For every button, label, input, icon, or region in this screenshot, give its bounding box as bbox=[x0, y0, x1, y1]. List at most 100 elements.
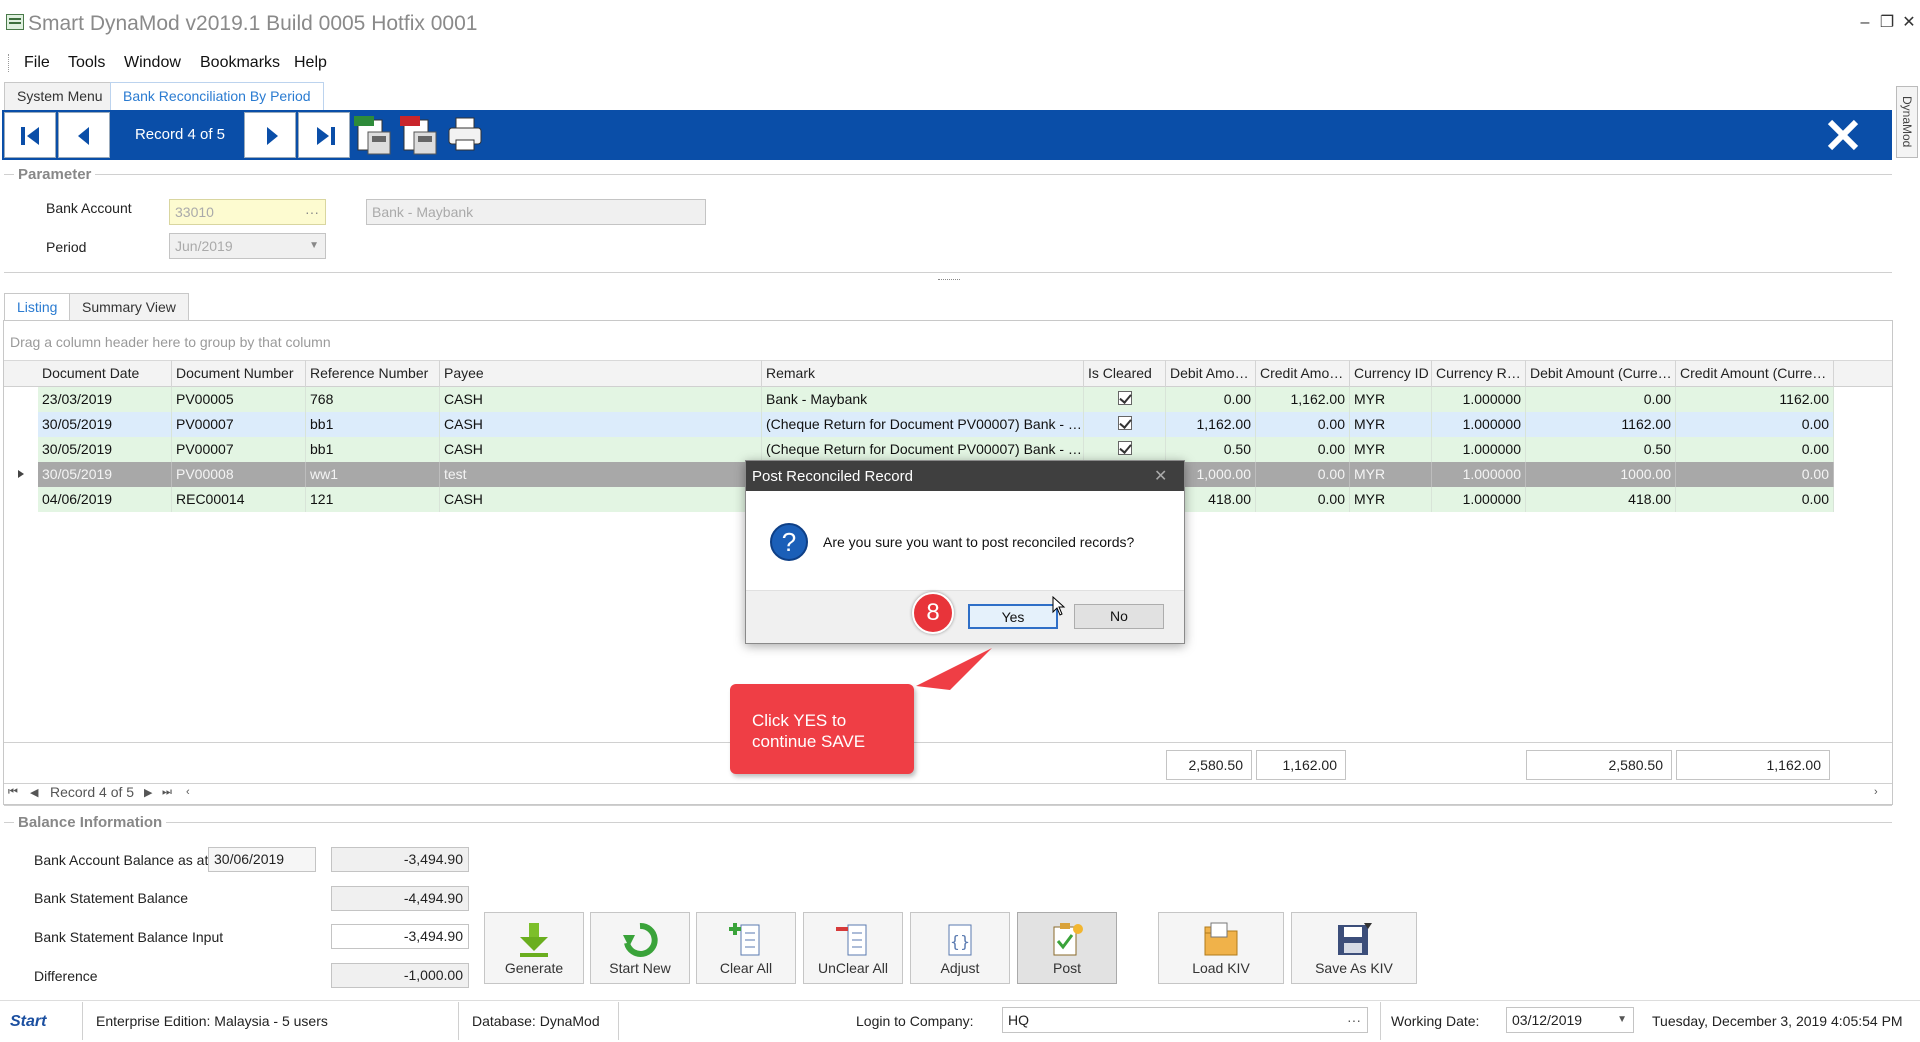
next-record-button[interactable] bbox=[244, 112, 296, 158]
pager-prev-icon[interactable]: ◀ bbox=[30, 786, 38, 799]
chevron-down-icon[interactable]: ▼ bbox=[309, 234, 319, 258]
scroll-left-icon[interactable]: ‹ bbox=[186, 786, 190, 798]
tab-summary-view[interactable]: Summary View bbox=[69, 293, 189, 321]
column-header-credit-amount[interactable]: Credit Amo… bbox=[1256, 360, 1350, 387]
menu-file[interactable]: File bbox=[24, 54, 50, 72]
close-form-icon[interactable] bbox=[1822, 114, 1864, 156]
column-header-credit-amount-currency[interactable]: Credit Amount (Curre… bbox=[1676, 360, 1834, 387]
callout-text: Click YES to continue SAVE bbox=[752, 711, 866, 751]
group-by-hint: Drag a column header here to group by th… bbox=[10, 334, 331, 350]
load-kiv-button[interactable]: Load KIV bbox=[1158, 912, 1284, 984]
record-position-label: Record 4 of 5 bbox=[134, 126, 226, 143]
last-record-button[interactable] bbox=[298, 112, 350, 158]
ellipsis-icon[interactable]: ··· bbox=[305, 200, 319, 224]
grid-footer-line bbox=[4, 742, 1892, 743]
statement-balance-value: -4,494.90 bbox=[331, 886, 469, 911]
clear-all-label: Clear All bbox=[719, 960, 773, 976]
pager-next-icon[interactable]: ▶ bbox=[144, 786, 152, 799]
cell-reference-number: ww1 bbox=[306, 462, 440, 487]
svg-text:{}: {} bbox=[950, 932, 970, 951]
export-pdf-icon[interactable] bbox=[400, 114, 440, 156]
account-balance-value: -3,494.90 bbox=[331, 847, 469, 872]
start-logo[interactable]: Start bbox=[10, 1013, 46, 1031]
column-header-is-cleared[interactable]: Is Cleared bbox=[1084, 360, 1166, 387]
checkbox-checked-icon[interactable] bbox=[1117, 391, 1132, 405]
cell-currency-rate: 1.000000 bbox=[1432, 387, 1526, 412]
close-window-icon[interactable]: ✕ bbox=[1898, 12, 1920, 34]
menu-bookmarks[interactable]: Bookmarks bbox=[200, 54, 280, 72]
ellipsis-icon[interactable]: ··· bbox=[1347, 1008, 1361, 1032]
tab-system-menu[interactable]: System Menu bbox=[4, 82, 116, 110]
clear-all-button[interactable]: Clear All bbox=[696, 912, 796, 984]
no-button[interactable]: No bbox=[1074, 604, 1164, 629]
side-tab-dynamod[interactable]: DynaMod bbox=[1896, 86, 1918, 158]
pager-line bbox=[4, 783, 1892, 784]
column-header-reference-number[interactable]: Reference Number bbox=[306, 360, 440, 387]
dialog-close-icon[interactable]: ✕ bbox=[1154, 466, 1167, 486]
bank-account-field[interactable]: 33010 ··· bbox=[169, 199, 326, 225]
cell-reference-number: bb1 bbox=[306, 437, 440, 462]
company-field[interactable]: HQ ··· bbox=[1002, 1007, 1368, 1033]
dialog-title: Post Reconciled Record bbox=[752, 468, 913, 485]
account-balance-date: 30/06/2019 bbox=[208, 847, 316, 872]
save-disk-icon bbox=[1338, 923, 1372, 955]
column-header-debit-amount-currency[interactable]: Debit Amount (Curre… bbox=[1526, 360, 1676, 387]
tab-bank-reconciliation[interactable]: Bank Reconciliation By Period bbox=[110, 82, 324, 111]
save-as-kiv-button[interactable]: Save As KIV bbox=[1291, 912, 1417, 984]
column-header-debit-amount[interactable]: Debit Amo… bbox=[1166, 360, 1256, 387]
column-header-document-date[interactable]: Document Date bbox=[38, 360, 172, 387]
table-row[interactable]: 30/05/2019 PV00007 bb1 CASH (Cheque Return f… bbox=[38, 437, 1834, 462]
table-row[interactable]: 30/05/2019 PV00007 bb1 CASH (Cheque Return f… bbox=[38, 412, 1834, 437]
cell-reference-number: bb1 bbox=[306, 412, 440, 437]
generate-button[interactable]: Generate bbox=[484, 912, 584, 984]
menu-window[interactable]: Window bbox=[124, 54, 181, 72]
print-icon[interactable] bbox=[446, 114, 486, 156]
pager-last-icon[interactable]: ⏭ bbox=[162, 786, 172, 799]
first-record-button[interactable] bbox=[4, 112, 56, 158]
table-row[interactable]: 23/03/2019 PV00005 768 CASH Bank - Maybank 0.… bbox=[38, 387, 1834, 412]
restore-icon[interactable]: ❐ bbox=[1876, 12, 1898, 34]
minimize-icon[interactable]: – bbox=[1854, 12, 1876, 34]
cell-is-cleared[interactable] bbox=[1084, 387, 1166, 412]
start-new-button[interactable]: Start New bbox=[590, 912, 690, 984]
column-header-document-number[interactable]: Document Number bbox=[172, 360, 306, 387]
cell-currency-id: MYR bbox=[1350, 462, 1432, 487]
adjust-button[interactable]: {} Adjust bbox=[910, 912, 1010, 984]
cell-payee: CASH bbox=[440, 387, 762, 412]
splitter-grip[interactable] bbox=[938, 279, 960, 280]
cell-debit-amount: 0.00 bbox=[1166, 387, 1256, 412]
column-header-currency-id[interactable]: Currency ID bbox=[1350, 360, 1432, 387]
statement-input-field[interactable]: -3,494.90 bbox=[331, 924, 469, 949]
yes-button[interactable]: Yes bbox=[968, 604, 1058, 629]
cell-credit-amount: 0.00 bbox=[1256, 487, 1350, 512]
menu-tools[interactable]: Tools bbox=[68, 54, 105, 72]
menu-help[interactable]: Help bbox=[294, 54, 327, 72]
column-header-currency-rate[interactable]: Currency R… bbox=[1432, 360, 1526, 387]
checkbox-checked-icon[interactable] bbox=[1117, 441, 1132, 455]
working-date-field[interactable]: 03/12/2019 ▼ bbox=[1506, 1007, 1634, 1033]
cell-document-number: PV00007 bbox=[172, 437, 306, 462]
cell-credit-amount-currency: 1162.00 bbox=[1676, 387, 1834, 412]
pager-first-icon[interactable]: ⏮ bbox=[8, 786, 18, 799]
tab-listing[interactable]: Listing bbox=[4, 293, 71, 321]
column-header-remark[interactable]: Remark bbox=[762, 360, 1084, 387]
difference-label: Difference bbox=[34, 968, 98, 984]
cell-is-cleared[interactable] bbox=[1084, 437, 1166, 462]
menu-grip bbox=[8, 54, 10, 72]
post-button[interactable]: Post bbox=[1017, 912, 1117, 984]
database-label: Database: DynaMod bbox=[472, 1013, 600, 1029]
cell-remark: (Cheque Return for Document PV00007) Ban… bbox=[762, 437, 1084, 462]
question-icon: ? bbox=[770, 523, 808, 561]
chevron-down-icon[interactable]: ▼ bbox=[1617, 1008, 1627, 1032]
checkbox-checked-icon[interactable] bbox=[1117, 416, 1132, 430]
login-company-label: Login to Company: bbox=[856, 1013, 974, 1029]
scroll-right-icon[interactable]: › bbox=[1874, 786, 1878, 798]
export-excel-icon[interactable] bbox=[354, 114, 394, 156]
period-dropdown[interactable]: Jun/2019 ▼ bbox=[169, 233, 326, 259]
window-title: Smart DynaMod v2019.1 Build 0005 Hotfix … bbox=[28, 12, 478, 35]
cell-is-cleared[interactable] bbox=[1084, 412, 1166, 437]
unclear-all-button[interactable]: UnClear All bbox=[803, 912, 903, 984]
cell-currency-id: MYR bbox=[1350, 487, 1432, 512]
column-header-payee[interactable]: Payee bbox=[440, 360, 762, 387]
previous-record-button[interactable] bbox=[58, 112, 110, 158]
